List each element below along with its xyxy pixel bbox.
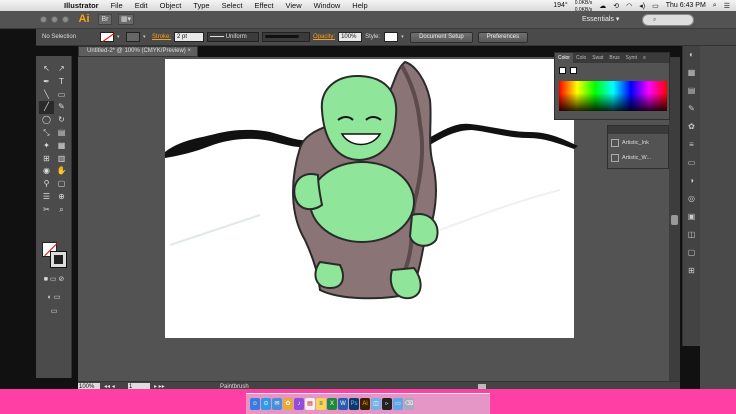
excel-icon[interactable]: X [327,398,337,410]
brushes-panel: Artistic_Ink Artistic_W... [607,125,669,169]
buddha-head [320,74,398,162]
symbols-icon[interactable]: ✿ [683,118,700,136]
tab-color[interactable]: Color [555,53,573,63]
word-icon[interactable]: W [338,398,348,410]
fill-indicator[interactable] [559,67,566,74]
appearance-icon[interactable]: ◎ [683,190,700,208]
buddha-belly [309,161,415,243]
brush-icon [611,138,619,147]
tab-brushes[interactable]: Brus [606,53,622,63]
right-margin [700,46,736,389]
tab-swatches[interactable]: Swat [589,53,606,63]
align-icon[interactable]: ⊞ [683,262,700,280]
swatches-icon[interactable]: ▤ [683,82,700,100]
faint-wisp-right [439,189,561,231]
notes-icon[interactable]: ≡ [316,398,326,410]
gradient-icon[interactable]: ▭ [683,154,700,172]
graphic-styles-icon[interactable]: ▣ [683,208,700,226]
mac-dock: ☺ ⊙ ✉ ✿ ♪ ▤ ≡ X W Ps Ai ◫ ▹ ▭ ⌫ [246,393,490,414]
buddha-foot-right [390,266,422,300]
buddha-arm-left [293,173,324,211]
preview-icon[interactable]: ◫ [371,398,381,410]
faint-wisp [169,214,261,246]
panel-menu-icon[interactable]: ≡ [640,53,649,63]
illustrator-icon[interactable]: Ai [360,398,370,410]
brushes-icon[interactable]: ✎ [683,100,700,118]
calendar-icon[interactable]: ▤ [305,398,315,410]
brush-item[interactable]: Artistic_Ink [611,136,665,149]
brush-icon [611,153,619,162]
color-guide-icon[interactable]: ▦ [683,64,700,82]
brush-label: Artistic_W... [622,154,652,161]
vertical-scrollbar[interactable] [669,57,680,381]
tab-color-guide[interactable]: Colo [573,53,589,63]
photoshop-icon[interactable]: Ps [349,398,359,410]
artboards-icon[interactable]: ▢ [683,244,700,262]
ink-brush-stroke-left [165,129,312,158]
scroll-thumb[interactable] [671,215,678,225]
stroke-panel-icon[interactable]: ≡ [683,136,700,154]
mail-icon[interactable]: ✉ [272,398,282,410]
brushes-panel-header[interactable] [608,126,668,134]
screen: Illustrator File Edit Object Type Select… [0,0,736,414]
ink-brush-stroke-right [425,123,578,149]
buddha-foot-left [314,260,344,290]
panel-dock: ◐ ▦ ▤ ✎ ✿ ≡ ▭ ◑ ◎ ▣ ◫ ▢ ⊞ [682,46,700,346]
layers-icon[interactable]: ◫ [683,226,700,244]
terminal-icon[interactable]: ▹ [382,398,392,410]
safari-icon[interactable]: ⊙ [261,398,271,410]
tab-symbols[interactable]: Symt [623,53,640,63]
itunes-icon[interactable]: ♪ [294,398,304,410]
color-panel: Color Colo Swat Brus Symt ≡ [554,52,670,120]
transparency-icon[interactable]: ◑ [683,172,700,190]
color-panel-tabs: Color Colo Swat Brus Symt ≡ [555,53,669,63]
trash-icon[interactable]: ⌫ [404,398,414,410]
finder-icon[interactable]: ☺ [250,398,260,410]
folder-icon[interactable]: ▭ [393,398,403,410]
brush-label: Artistic_Ink [622,139,649,146]
color-panel-icon[interactable]: ◐ [683,46,700,64]
photos-icon[interactable]: ✿ [283,398,293,410]
brush-item[interactable]: Artistic_W... [611,151,665,164]
stroke-indicator[interactable] [570,67,577,74]
color-spectrum[interactable] [559,81,667,111]
